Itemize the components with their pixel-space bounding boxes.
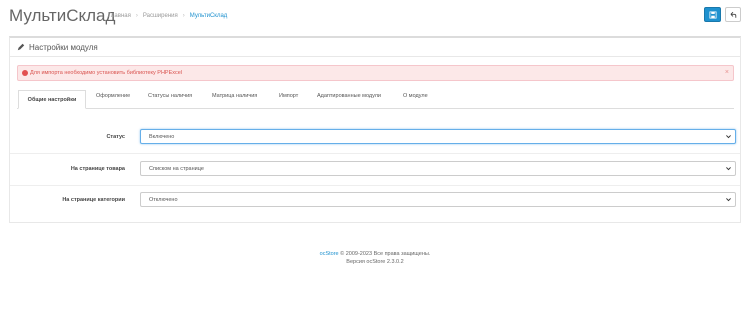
breadcrumb-separator: ›	[182, 13, 185, 19]
breadcrumb-extensions[interactable]: Расширения	[143, 13, 178, 19]
category-page-select[interactable]: Отключено	[140, 192, 736, 207]
form-row-product-page: На странице товара Списком на странице	[10, 154, 740, 186]
chevron-down-icon	[726, 135, 731, 139]
page-header: МультиСклад Главная › Расширения › Мульт…	[9, 6, 741, 26]
save-button[interactable]	[704, 7, 721, 22]
footer-brand-link[interactable]: ocStore	[320, 251, 339, 257]
status-label: Статус	[106, 134, 125, 140]
chevron-down-icon	[726, 167, 731, 171]
panel-title: Настройки модуля	[29, 43, 98, 52]
form-row-category-page: На странице категории Отключено	[10, 185, 740, 217]
product-page-label: На странице товара	[70, 166, 125, 172]
breadcrumb-current[interactable]: МультиСклад	[190, 13, 228, 19]
error-alert: Для импорта необходимо установить библио…	[17, 65, 734, 81]
breadcrumb: Главная › Расширения › МультиСклад	[108, 13, 227, 19]
settings-panel: Настройки модуля Для импорта необходимо …	[9, 36, 741, 223]
undo-icon	[730, 11, 737, 18]
footer-version: Версия ocStore 2.3.0.2	[346, 259, 404, 265]
status-select[interactable]: Включено	[140, 129, 736, 144]
back-button[interactable]	[725, 7, 741, 22]
tabs: Общие настройки Оформление Статусы налич…	[17, 90, 734, 109]
form-row-status: Статус Включено	[10, 122, 740, 154]
panel-heading: Настройки модуля	[10, 38, 740, 57]
exclamation-circle-icon	[22, 70, 28, 76]
page-title: МультиСклад	[9, 6, 116, 25]
category-page-select-value: Отключено	[149, 197, 178, 203]
tab-design[interactable]: Оформление	[96, 93, 130, 99]
alert-text: Для импорта необходимо установить библио…	[30, 70, 183, 76]
product-page-select[interactable]: Списком на странице	[140, 161, 736, 176]
tab-stock-matrix[interactable]: Матрица наличия	[212, 93, 257, 99]
footer: ocStore © 2009-2023 Все права защищены. …	[0, 250, 750, 266]
footer-copyright-line: ocStore © 2009-2023 Все права защищены.	[0, 250, 750, 258]
breadcrumb-separator: ›	[135, 13, 138, 19]
save-icon	[709, 11, 716, 18]
pencil-icon	[17, 43, 25, 51]
status-select-value: Включено	[149, 134, 175, 140]
tab-about[interactable]: О модуле	[403, 93, 428, 99]
category-page-label: На странице категории	[62, 197, 125, 203]
footer-copyright: © 2009-2023 Все права защищены.	[340, 251, 431, 257]
tab-import[interactable]: Импорт	[279, 93, 298, 99]
close-icon[interactable]: ×	[725, 69, 729, 76]
chevron-down-icon	[726, 198, 731, 202]
tab-general[interactable]: Общие настройки	[18, 90, 86, 109]
tab-adapted-modules[interactable]: Адаптированные модули	[317, 93, 381, 99]
breadcrumb-home[interactable]: Главная	[108, 13, 131, 19]
product-page-select-value: Списком на странице	[149, 166, 204, 172]
tab-stock-statuses[interactable]: Статусы наличия	[148, 93, 192, 99]
